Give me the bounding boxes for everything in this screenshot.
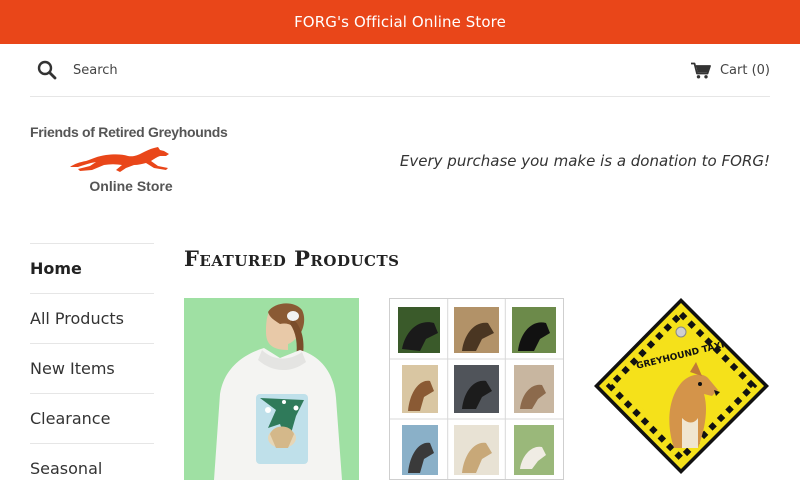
store-logo[interactable]: Friends of Retired Greyhounds Online Sto…	[30, 124, 228, 212]
announcement-bar: FORG's Official Online Store	[0, 0, 800, 44]
featured-products-heading: Featured Products	[184, 246, 400, 271]
search-form	[30, 58, 273, 82]
product-card-taxi-sign[interactable]: GREYHOUND TAXI	[594, 298, 769, 480]
product-card-hoodie[interactable]	[184, 298, 359, 480]
nav-item-clearance[interactable]: Clearance	[30, 393, 154, 443]
search-input[interactable]	[73, 62, 273, 78]
hoodie-product-image	[184, 298, 359, 480]
nav-item-new-items[interactable]: New Items	[30, 343, 154, 393]
greyhound-taxi-sign-image: GREYHOUND TAXI	[594, 298, 769, 480]
sidebar-nav: Home All Products New Items Clearance Se…	[30, 243, 154, 480]
cart-link[interactable]: Cart (0)	[690, 61, 770, 79]
announcement-text: FORG's Official Online Store	[294, 13, 506, 31]
header-bar: Cart (0)	[30, 44, 770, 97]
nav-item-all-products[interactable]: All Products	[30, 293, 154, 343]
tagline: Every purchase you make is a donation to…	[399, 152, 770, 170]
logo-text-bottom: Online Store	[89, 178, 173, 194]
search-icon[interactable]	[35, 58, 59, 82]
cart-label: Cart (0)	[719, 62, 770, 78]
running-greyhound-logo	[70, 147, 169, 172]
nav-item-seasonal[interactable]: Seasonal	[30, 443, 154, 480]
product-card-photo-grid[interactable]	[389, 298, 564, 480]
cart-icon	[690, 61, 711, 79]
logo-text-top: Friends of Retired Greyhounds	[30, 124, 228, 140]
greyhound-photo-grid-image	[390, 299, 563, 479]
nav-item-home[interactable]: Home	[30, 243, 154, 293]
